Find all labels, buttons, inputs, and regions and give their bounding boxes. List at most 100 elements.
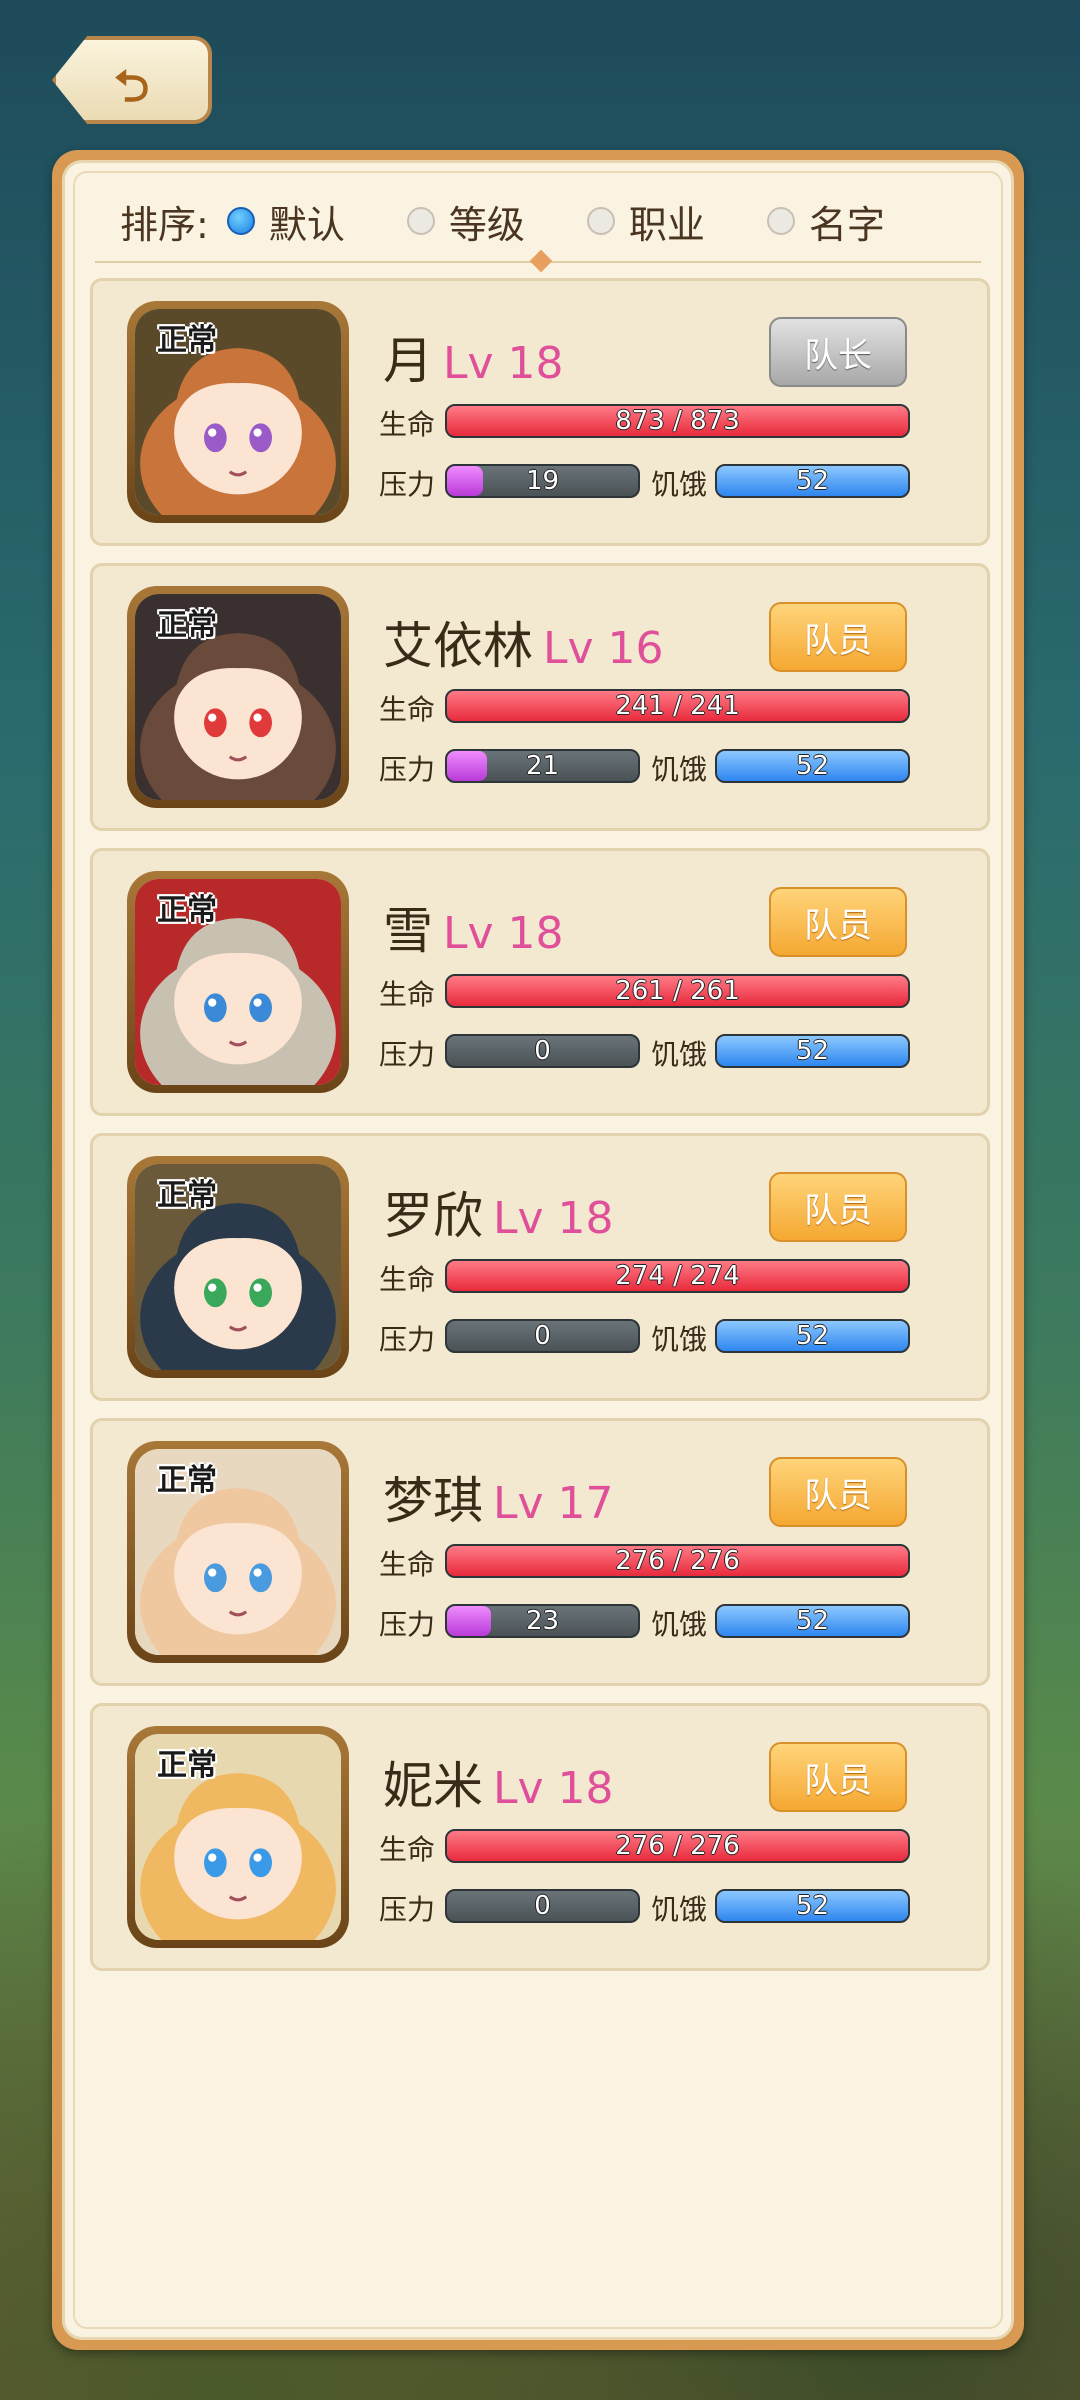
character-level: Lv 16 <box>543 623 664 674</box>
stress-bar: 0 <box>445 1034 640 1068</box>
sort-option-label: 默认 <box>268 202 345 247</box>
status-label: 正常 <box>157 1178 217 1213</box>
hunger-label: 饥饿 <box>651 1608 708 1641</box>
hp-bar: 274 / 274 <box>445 1259 910 1293</box>
character-card[interactable]: 正常 雪 Lv 18 队员 生命 261 / 261 压力 0 饥饿 52 <box>90 848 990 1116</box>
stress-bar: 21 <box>445 749 640 783</box>
character-level: Lv 18 <box>493 1763 614 1814</box>
character-card[interactable]: 正常 罗欣 Lv 18 队员 生命 274 / 274 压力 0 饥饿 52 <box>90 1133 990 1401</box>
stress-label: 压力 <box>379 1038 436 1071</box>
hp-bar: 276 / 276 <box>445 1829 910 1863</box>
stress-label: 压力 <box>379 468 436 501</box>
stress-value: 0 <box>534 1891 551 1921</box>
hp-bar: 241 / 241 <box>445 689 910 723</box>
hunger-value: 52 <box>795 1606 830 1636</box>
character-level: Lv 18 <box>493 1193 614 1244</box>
hp-value: 261 / 261 <box>615 976 740 1006</box>
sort-option-label: 等级 <box>448 202 525 247</box>
role-button[interactable]: 队长 <box>769 317 907 387</box>
character-portrait[interactable]: 正常 <box>127 1726 349 1948</box>
sort-option-class[interactable]: 职业 <box>586 194 705 249</box>
character-portrait[interactable]: 正常 <box>127 1156 349 1378</box>
hp-label: 生命 <box>379 978 436 1011</box>
hp-value: 873 / 873 <box>615 406 740 436</box>
character-card[interactable]: 正常 妮米 Lv 18 队员 生命 276 / 276 压力 0 饥饿 52 <box>90 1703 990 1971</box>
character-card[interactable]: 正常 月 Lv 18 队长 生命 873 / 873 压力 19 饥饿 52 <box>90 278 990 546</box>
hunger-label: 饥饿 <box>651 753 708 786</box>
hunger-value: 52 <box>795 466 830 496</box>
hp-label: 生命 <box>379 1548 436 1581</box>
stress-label: 压力 <box>379 1608 436 1641</box>
character-card[interactable]: 正常 艾依林 Lv 16 队员 生命 241 / 241 压力 21 饥饿 52 <box>90 563 990 831</box>
hunger-bar: 52 <box>715 1604 910 1638</box>
portrait-frame: 正常 <box>135 1734 341 1940</box>
character-portrait[interactable]: 正常 <box>127 1441 349 1663</box>
stress-bar: 19 <box>445 464 640 498</box>
sort-option-label: 职业 <box>628 202 705 247</box>
character-level: Lv 18 <box>443 338 564 389</box>
name-line: 雪 Lv 18 <box>383 891 564 961</box>
radio-icon <box>766 207 795 235</box>
status-label: 正常 <box>157 1463 217 1498</box>
hunger-bar: 52 <box>715 749 910 783</box>
character-portrait[interactable]: 正常 <box>127 586 349 808</box>
radio-selected-icon <box>226 207 255 235</box>
hunger-bar: 52 <box>715 464 910 498</box>
portrait-frame: 正常 <box>135 1449 341 1655</box>
hp-value: 274 / 274 <box>615 1261 740 1291</box>
status-label: 正常 <box>157 1748 217 1783</box>
hp-value: 241 / 241 <box>615 691 740 721</box>
return-arrow-icon: ⮌ <box>114 61 150 112</box>
character-name: 艾依林 <box>383 617 533 675</box>
name-line: 月 Lv 18 <box>383 321 564 391</box>
role-button[interactable]: 队员 <box>769 1742 907 1812</box>
status-label: 正常 <box>157 893 217 928</box>
sort-option-name[interactable]: 名字 <box>766 194 885 249</box>
sort-label: 排序: <box>120 202 209 247</box>
hunger-bar: 52 <box>715 1034 910 1068</box>
portrait-frame: 正常 <box>135 309 341 515</box>
hunger-label: 饥饿 <box>651 468 708 501</box>
character-level: Lv 18 <box>443 908 564 959</box>
hp-label: 生命 <box>379 1263 436 1296</box>
stress-bar: 0 <box>445 1889 640 1923</box>
name-line: 罗欣 Lv 18 <box>383 1176 614 1246</box>
hp-value: 276 / 276 <box>615 1831 740 1861</box>
hunger-value: 52 <box>795 1321 830 1351</box>
hp-bar: 261 / 261 <box>445 974 910 1008</box>
role-button[interactable]: 队员 <box>769 1172 907 1242</box>
radio-icon <box>586 207 615 235</box>
role-button[interactable]: 队员 <box>769 1457 907 1527</box>
hp-label: 生命 <box>379 1833 436 1866</box>
stress-bar: 23 <box>445 1604 640 1638</box>
name-line: 梦琪 Lv 17 <box>383 1461 614 1531</box>
role-button[interactable]: 队员 <box>769 887 907 957</box>
stress-value: 21 <box>525 751 560 781</box>
role-button[interactable]: 队员 <box>769 602 907 672</box>
portrait-frame: 正常 <box>135 879 341 1085</box>
diamond-ornament-icon <box>529 249 553 273</box>
name-line: 艾依林 Lv 16 <box>383 606 664 676</box>
hp-bar: 873 / 873 <box>445 404 910 438</box>
hunger-label: 饥饿 <box>651 1323 708 1356</box>
character-name: 罗欣 <box>383 1187 483 1245</box>
sort-option-level[interactable]: 等级 <box>406 194 525 249</box>
hunger-label: 饥饿 <box>651 1038 708 1071</box>
character-portrait[interactable]: 正常 <box>127 871 349 1093</box>
hunger-label: 饥饿 <box>651 1893 708 1926</box>
character-card[interactable]: 正常 梦琪 Lv 17 队员 生命 276 / 276 压力 23 饥饿 52 <box>90 1418 990 1686</box>
sort-bar: 排序: 默认 等级 职业 名字 <box>120 191 885 251</box>
stress-value: 23 <box>525 1606 560 1636</box>
sort-option-default[interactable]: 默认 <box>226 194 345 249</box>
stress-value: 19 <box>525 466 560 496</box>
stress-label: 压力 <box>379 1323 436 1356</box>
sort-option-label: 名字 <box>808 202 885 247</box>
stress-value: 0 <box>534 1321 551 1351</box>
back-button[interactable]: ⮌ <box>52 36 212 124</box>
character-portrait[interactable]: 正常 <box>127 301 349 523</box>
stress-bar: 0 <box>445 1319 640 1353</box>
character-name: 雪 <box>383 902 433 960</box>
radio-icon <box>406 207 435 235</box>
stress-value: 0 <box>534 1036 551 1066</box>
name-line: 妮米 Lv 18 <box>383 1746 614 1816</box>
